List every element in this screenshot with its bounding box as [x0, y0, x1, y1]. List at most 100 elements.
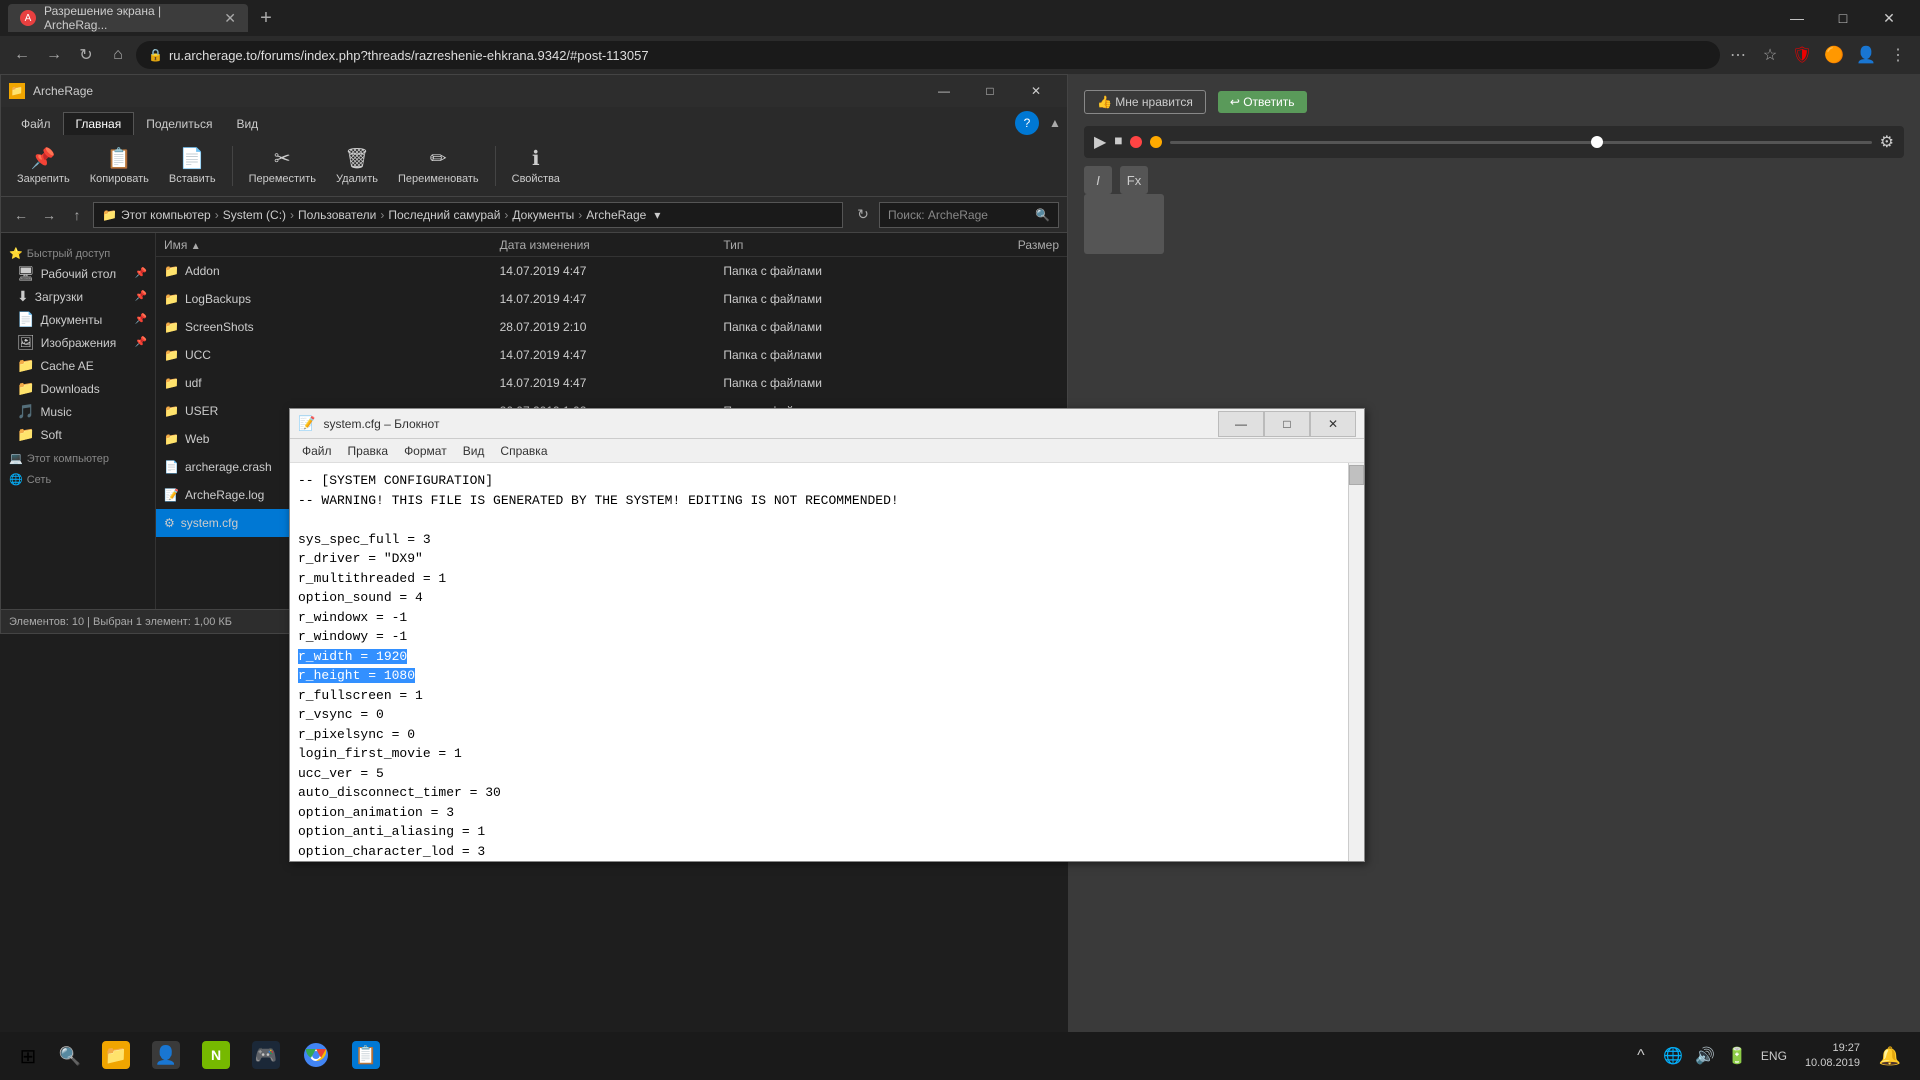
fe-close-btn[interactable]: ✕	[1013, 77, 1059, 105]
sidebar-item-documents[interactable]: 📄 Документы 📌	[1, 308, 155, 331]
breadcrumb-system-c[interactable]: System (C:)	[223, 208, 286, 222]
col-type-header[interactable]: Тип	[723, 238, 947, 252]
address-bar[interactable]: 🔒 ru.archerage.to/forums/index.php?threa…	[136, 41, 1720, 69]
tab-close-btn[interactable]: ✕	[224, 10, 236, 27]
browser-maximize-btn[interactable]: □	[1820, 4, 1866, 32]
col-size-header[interactable]: Размер	[947, 238, 1059, 252]
fe-ribbon-paste-btn[interactable]: 📄 Вставить	[161, 142, 224, 189]
fe-forward-btn[interactable]: →	[37, 203, 61, 227]
fe-refresh-btn[interactable]: ↻	[851, 203, 875, 227]
fe-search-box[interactable]: Поиск: ArcheRage 🔍	[879, 202, 1059, 228]
tray-battery-icon[interactable]: 🔋	[1723, 1042, 1751, 1070]
np-close-btn[interactable]: ✕	[1310, 411, 1356, 437]
sidebar-item-desktop[interactable]: 🖥 Рабочий стол 📌	[1, 262, 155, 285]
taskbar-app-steam[interactable]: 🎮	[242, 1032, 290, 1080]
tray-network-icon[interactable]: 🌐	[1659, 1042, 1687, 1070]
np-menu-file[interactable]: Файл	[294, 442, 340, 460]
nav-back-btn[interactable]: ←	[8, 41, 36, 69]
fe-ribbon-pin-btn[interactable]: 📌 Закрепить	[9, 142, 78, 189]
fe-ribbon-props-btn[interactable]: ℹ Свойства	[504, 142, 568, 189]
media-settings-btn[interactable]: ⚙	[1880, 132, 1894, 152]
breadcrumb-samurai[interactable]: Последний самурай	[388, 208, 500, 222]
fe-tab-file[interactable]: Файл	[9, 113, 63, 135]
np-maximize-btn[interactable]: □	[1264, 411, 1310, 437]
taskbar-lang[interactable]: ENG	[1755, 1049, 1793, 1063]
kaspersky-icon[interactable]: 🛡	[1788, 41, 1816, 69]
breadcrumb-this-pc[interactable]: Этот компьютер	[121, 208, 211, 222]
taskbar-app-person[interactable]: 👤	[142, 1032, 190, 1080]
file-list-row-1[interactable]: 📁 LogBackups 14.07.2019 4:47 Папка с фай…	[156, 285, 1067, 313]
tray-volume-icon[interactable]: 🔊	[1691, 1042, 1719, 1070]
breadcrumb-users[interactable]: Пользователи	[298, 208, 376, 222]
scrollbar-thumb[interactable]	[1349, 465, 1364, 485]
browser-star-btn[interactable]: ☆	[1756, 41, 1784, 69]
file-list-row-0[interactable]: 📁 Addon 14.07.2019 4:47 Папка с файлами	[156, 257, 1067, 285]
nav-forward-btn[interactable]: →	[40, 41, 68, 69]
fe-back-btn[interactable]: ←	[9, 203, 33, 227]
reply-button[interactable]: ↩ Ответить	[1218, 91, 1307, 113]
taskbar-app-nvidia[interactable]: N	[192, 1032, 240, 1080]
format-italic-btn[interactable]: I	[1084, 166, 1112, 194]
sidebar-section-quick-access[interactable]: ⭐ Быстрый доступ	[1, 241, 155, 262]
fe-breadcrumb[interactable]: 📁 Этот компьютер › System (C:) › Пользов…	[93, 202, 843, 228]
sidebar-item-cache-ae[interactable]: 📁 Cache AE	[1, 354, 155, 377]
breadcrumb-dropdown-icon[interactable]: ▾	[654, 208, 660, 222]
fe-ribbon-rename-btn[interactable]: ✏ Переименовать	[390, 142, 487, 189]
taskbar-notification-btn[interactable]: 🔔	[1872, 1038, 1908, 1074]
browser-extensions-btn[interactable]: ⋯	[1724, 41, 1752, 69]
np-menu-help[interactable]: Справка	[492, 442, 555, 460]
addon-icon[interactable]: 🟠	[1820, 41, 1848, 69]
format-fx-btn[interactable]: Fx	[1120, 166, 1148, 194]
file-list-row-2[interactable]: 📁 ScreenShots 28.07.2019 2:10 Папка с фа…	[156, 313, 1067, 341]
fe-minimize-btn[interactable]: —	[921, 77, 967, 105]
np-menu-edit[interactable]: Правка	[340, 442, 397, 460]
browser-tab[interactable]: A Разрешение экрана | ArcheRag... ✕	[8, 4, 248, 32]
sidebar-item-images[interactable]: 🖼 Изображения 📌	[1, 331, 155, 354]
fe-tab-view[interactable]: Вид	[224, 113, 270, 135]
nav-refresh-btn[interactable]: ↻	[72, 41, 100, 69]
sidebar-section-this-pc[interactable]: 💻 Этот компьютер	[1, 446, 155, 467]
np-scrollbar[interactable]	[1348, 463, 1364, 861]
fe-help-btn[interactable]: ?	[1015, 111, 1039, 135]
like-button[interactable]: 👍 Мне нравится	[1084, 90, 1206, 114]
taskbar-search-btn[interactable]: 🔍	[52, 1038, 88, 1074]
sidebar-item-downloads-quick[interactable]: ⬇ Загрузки 📌	[1, 285, 155, 308]
sidebar-item-downloads[interactable]: 📁 Downloads	[1, 377, 155, 400]
fe-ribbon-move-btn[interactable]: ✂ Переместить	[241, 142, 324, 189]
media-stop-btn[interactable]: ⏹	[1114, 133, 1122, 151]
sidebar-item-soft[interactable]: 📁 Soft	[1, 423, 155, 446]
media-progress-bar[interactable]	[1170, 141, 1871, 144]
sidebar-item-music[interactable]: 🎵 Music	[1, 400, 155, 423]
col-name-header[interactable]: Имя ▲	[164, 238, 500, 252]
taskbar-app-file-explorer[interactable]: 📁	[92, 1032, 140, 1080]
fe-tab-home[interactable]: Главная	[63, 112, 135, 135]
fe-up-btn[interactable]: ↑	[65, 203, 89, 227]
col-date-header[interactable]: Дата изменения	[500, 238, 724, 252]
fe-maximize-btn[interactable]: □	[967, 77, 1013, 105]
np-text-area[interactable]: -- [SYSTEM CONFIGURATION] -- WARNING! TH…	[290, 463, 1348, 861]
new-tab-button[interactable]: +	[252, 4, 280, 32]
np-menu-format[interactable]: Формат	[396, 442, 455, 460]
browser-minimize-btn[interactable]: —	[1774, 4, 1820, 32]
nav-home-btn[interactable]: ⌂	[104, 41, 132, 69]
media-play-btn[interactable]: ▶	[1094, 132, 1106, 152]
breadcrumb-archerage[interactable]: ArcheRage	[586, 208, 646, 222]
taskbar-clock[interactable]: 19:27 10.08.2019	[1797, 1041, 1868, 1072]
tray-chevron-icon[interactable]: ^	[1627, 1042, 1655, 1070]
fe-ribbon-copy-btn[interactable]: 📋 Копировать	[82, 142, 157, 189]
np-minimize-btn[interactable]: —	[1218, 411, 1264, 437]
fe-tab-share[interactable]: Поделиться	[134, 113, 224, 135]
browser-menu-btn[interactable]: ⋮	[1884, 41, 1912, 69]
start-button[interactable]: ⊞	[4, 1032, 52, 1080]
file-list-row-4[interactable]: 📁 udf 14.07.2019 4:47 Папка с файлами	[156, 369, 1067, 397]
avatar-icon[interactable]: 👤	[1852, 41, 1880, 69]
fe-ribbon-delete-btn[interactable]: 🗑 Удалить	[328, 142, 386, 189]
fe-ribbon-toggle[interactable]: ▲	[1043, 111, 1067, 135]
taskbar-app-blue[interactable]: 📋	[342, 1032, 390, 1080]
file-list-row-3[interactable]: 📁 UCC 14.07.2019 4:47 Папка с файлами	[156, 341, 1067, 369]
sidebar-section-network[interactable]: 🌐 Сеть	[1, 467, 155, 488]
taskbar-app-chrome[interactable]	[292, 1032, 340, 1080]
breadcrumb-docs[interactable]: Документы	[512, 208, 574, 222]
browser-close-btn[interactable]: ✕	[1866, 4, 1912, 32]
np-menu-view[interactable]: Вид	[455, 442, 493, 460]
